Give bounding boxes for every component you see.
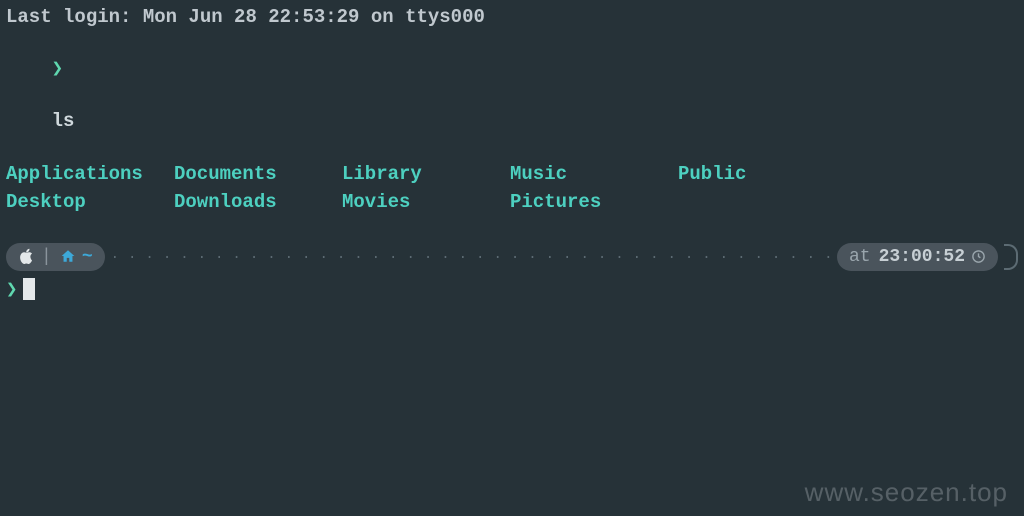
at-label: at: [849, 247, 871, 267]
last-login-line: Last login: Mon Jun 28 22:53:29 on ttys0…: [6, 4, 1018, 30]
list-item: Desktop: [6, 188, 174, 216]
segment-end-cap: [1004, 244, 1018, 270]
list-item: Movies: [342, 188, 510, 216]
list-item: Library: [342, 160, 510, 188]
filler-dots: ········································…: [111, 248, 831, 266]
status-left-segment: | ~: [6, 243, 105, 271]
clock-icon: [971, 247, 986, 267]
list-item: Documents: [174, 160, 342, 188]
path-text: ~: [82, 247, 93, 267]
separator: |: [41, 247, 52, 267]
list-item: Public: [678, 160, 846, 188]
prompt-symbol: ❯: [6, 278, 17, 301]
cursor: [23, 278, 35, 300]
list-item: Downloads: [174, 188, 342, 216]
command-line-1: ❯ ls: [6, 30, 1018, 160]
prompt-symbol: ❯: [52, 58, 63, 80]
ls-output: Applications Documents Library Music Pub…: [6, 160, 1018, 216]
apple-icon: [18, 248, 33, 267]
list-item: Pictures: [510, 188, 678, 216]
time-text: 23:00:52: [879, 247, 965, 267]
command-line-2[interactable]: ❯: [6, 276, 1018, 302]
status-right-segment: at 23:00:52: [837, 243, 998, 271]
list-item: Applications: [6, 160, 174, 188]
terminal-view[interactable]: Last login: Mon Jun 28 22:53:29 on ttys0…: [0, 0, 1024, 306]
home-icon: [60, 247, 76, 267]
watermark-text: www.seozen.top: [805, 477, 1008, 508]
list-item: Music: [510, 160, 678, 188]
powerline-status: | ~ ····································…: [6, 242, 1018, 272]
command-text: ls: [52, 110, 75, 132]
